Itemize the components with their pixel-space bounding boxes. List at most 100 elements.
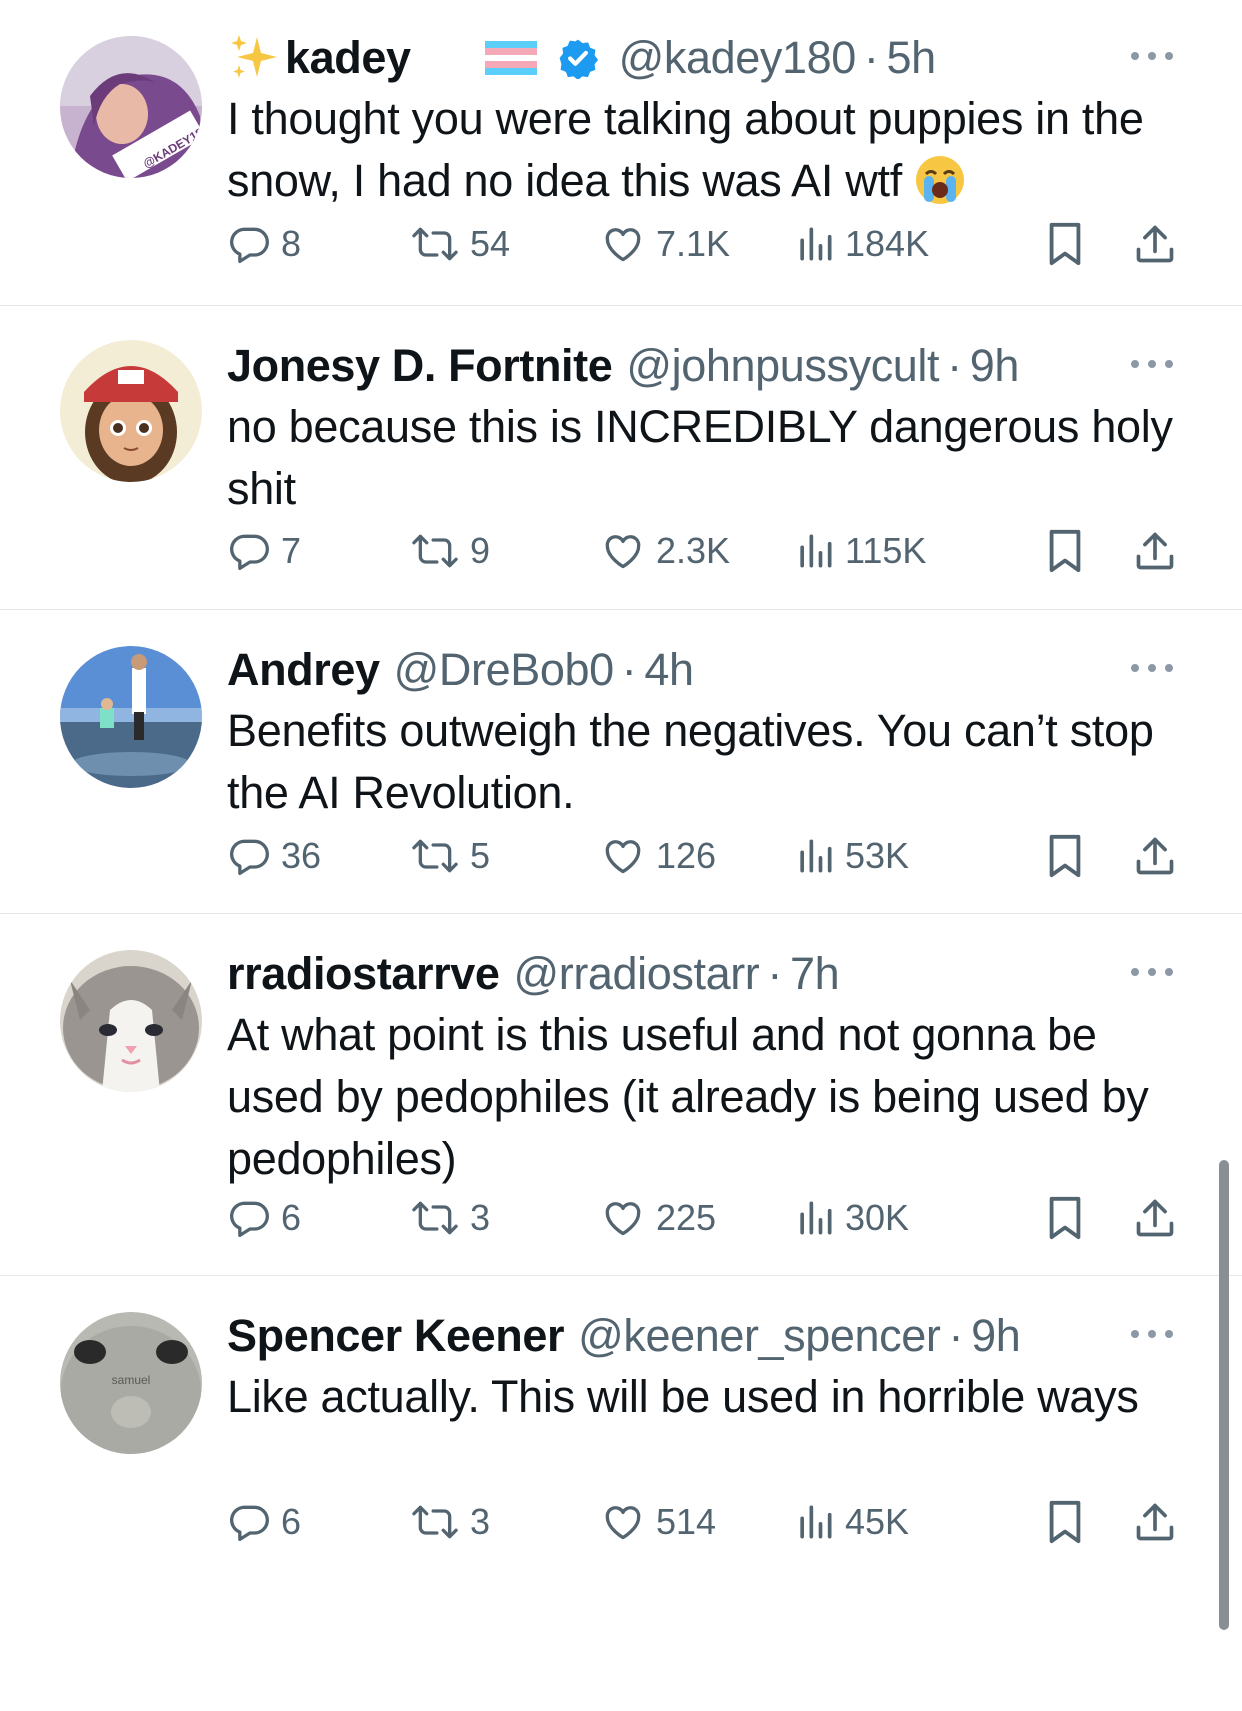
repost-count: 3 [470,1501,491,1542]
reply-button[interactable]: 7 [227,521,301,581]
timestamp[interactable]: 9h [971,1310,1021,1362]
tweet-text: Benefits outweigh the negatives. You can… [227,705,1154,818]
display-name[interactable]: rradiostarrve [227,948,500,1000]
bookmark-button[interactable] [1045,521,1085,581]
action-bar: 6 3 225 30K [227,1188,1187,1248]
like-button[interactable]: 2.3K [600,521,730,581]
timestamp[interactable]: 5h [886,32,936,84]
heart-icon [605,840,641,874]
separator-dot: · [948,1310,964,1361]
view-count: 53K [845,835,910,876]
tweet-text: no because this is INCREDIBLY dangerous … [227,401,1173,514]
repost-button[interactable]: 3 [410,1188,490,1248]
repost-count: 5 [470,835,491,876]
bookmark-button[interactable] [1045,214,1085,274]
reply-button[interactable]: 8 [227,214,301,274]
scrollbar[interactable] [1219,1160,1229,1630]
display-name[interactable]: kadey [285,32,411,84]
bookmark-icon [1049,834,1081,878]
handle[interactable]: @johnpussycult [626,340,939,392]
timestamp[interactable]: 4h [644,644,694,696]
more-options-icon[interactable] [1122,1314,1182,1354]
handle[interactable]: @DreBob0 [394,644,614,696]
more-options-icon[interactable] [1122,952,1182,992]
share-button[interactable] [1133,1492,1177,1552]
reply-button[interactable]: 36 [227,826,321,886]
bookmark-button[interactable] [1045,1188,1085,1248]
share-button[interactable] [1133,521,1177,581]
reply-button[interactable]: 6 [227,1188,301,1248]
like-count: 126 [656,835,717,876]
bookmark-icon [1049,1196,1081,1240]
repost-icon [412,534,458,568]
like-button[interactable]: 126 [600,826,716,886]
share-button[interactable] [1133,826,1177,886]
like-button[interactable]: 514 [600,1492,716,1552]
views-button[interactable]: 115K [795,521,926,581]
bookmark-button[interactable] [1045,826,1085,886]
like-button[interactable]: 225 [600,1188,716,1248]
avatar[interactable] [60,340,202,482]
more-options-icon[interactable] [1122,648,1182,688]
share-icon [1136,532,1174,570]
reply-tweet[interactable]: Jonesy D. Fortnite @johnpussycult · 9h n… [0,306,1242,610]
reply-count: 7 [281,530,302,571]
views-icon [800,1505,832,1539]
heart-icon [605,535,641,569]
views-button[interactable]: 45K [795,1492,909,1552]
timestamp[interactable]: 7h [790,948,840,1000]
views-button[interactable]: 30K [795,1188,909,1248]
views-button[interactable]: 184K [795,214,929,274]
reply-icon [230,227,269,264]
heart-icon [605,1506,641,1540]
repost-count: 9 [470,530,491,571]
display-name[interactable]: Jonesy D. Fortnite [227,340,613,392]
view-count: 45K [845,1501,910,1542]
repost-icon [412,227,458,261]
bookmark-icon [1049,1500,1081,1544]
reply-button[interactable]: 6 [227,1492,301,1552]
reply-tweet[interactable]: rradiostarrve @rradiostarr · 7h At what … [0,914,1242,1276]
avatar[interactable]: samuel [60,1312,202,1454]
share-icon [1136,1199,1174,1237]
timestamp[interactable]: 9h [970,340,1020,392]
action-bar: 7 9 2.3K 115K [227,521,1187,581]
avatar[interactable]: @KADEY180 [60,36,202,178]
view-count: 184K [845,223,930,264]
repost-button[interactable]: 3 [410,1492,490,1552]
reply-icon [230,839,269,876]
tweet-text-content: I thought you were talking about puppies… [227,93,1144,206]
more-options-icon[interactable] [1122,36,1182,76]
reply-count: 36 [281,835,322,876]
avatar[interactable] [60,646,202,788]
tweet-text: At what point is this useful and not gon… [227,1009,1149,1184]
sparkles-icon [227,31,281,85]
share-icon [1136,837,1174,875]
views-icon [800,839,832,873]
avatar[interactable] [60,950,202,1092]
share-icon [1136,225,1174,263]
share-button[interactable] [1133,214,1177,274]
repost-count: 54 [470,223,511,264]
repost-button[interactable]: 54 [410,214,510,274]
views-button[interactable]: 53K [795,826,909,886]
like-count: 514 [656,1501,717,1542]
share-button[interactable] [1133,1188,1177,1248]
reply-tweet[interactable]: Andrey @DreBob0 · 4h Benefits outweigh t… [0,610,1242,914]
repost-button[interactable]: 9 [410,521,490,581]
bookmark-icon [1049,222,1081,266]
bookmark-button[interactable] [1045,1492,1085,1552]
handle[interactable]: @rradiostarr [513,948,759,1000]
views-icon [800,227,832,261]
repost-button[interactable]: 5 [410,826,490,886]
more-options-icon[interactable] [1122,344,1182,384]
display-name[interactable]: Andrey [227,644,380,696]
handle[interactable]: @kadey180 [619,32,857,84]
display-name[interactable]: Spencer Keener [227,1310,564,1362]
reply-tweet[interactable]: samuel Spencer Keener @keener_spencer · … [0,1276,1242,1704]
heart-icon [605,228,641,262]
reply-tweet[interactable]: @KADEY180 kadey @kadey180 · 5h I thought… [0,0,1242,306]
transgender-flag-icon [484,41,537,75]
like-button[interactable]: 7.1K [600,214,730,274]
handle[interactable]: @keener_spencer [578,1310,941,1362]
